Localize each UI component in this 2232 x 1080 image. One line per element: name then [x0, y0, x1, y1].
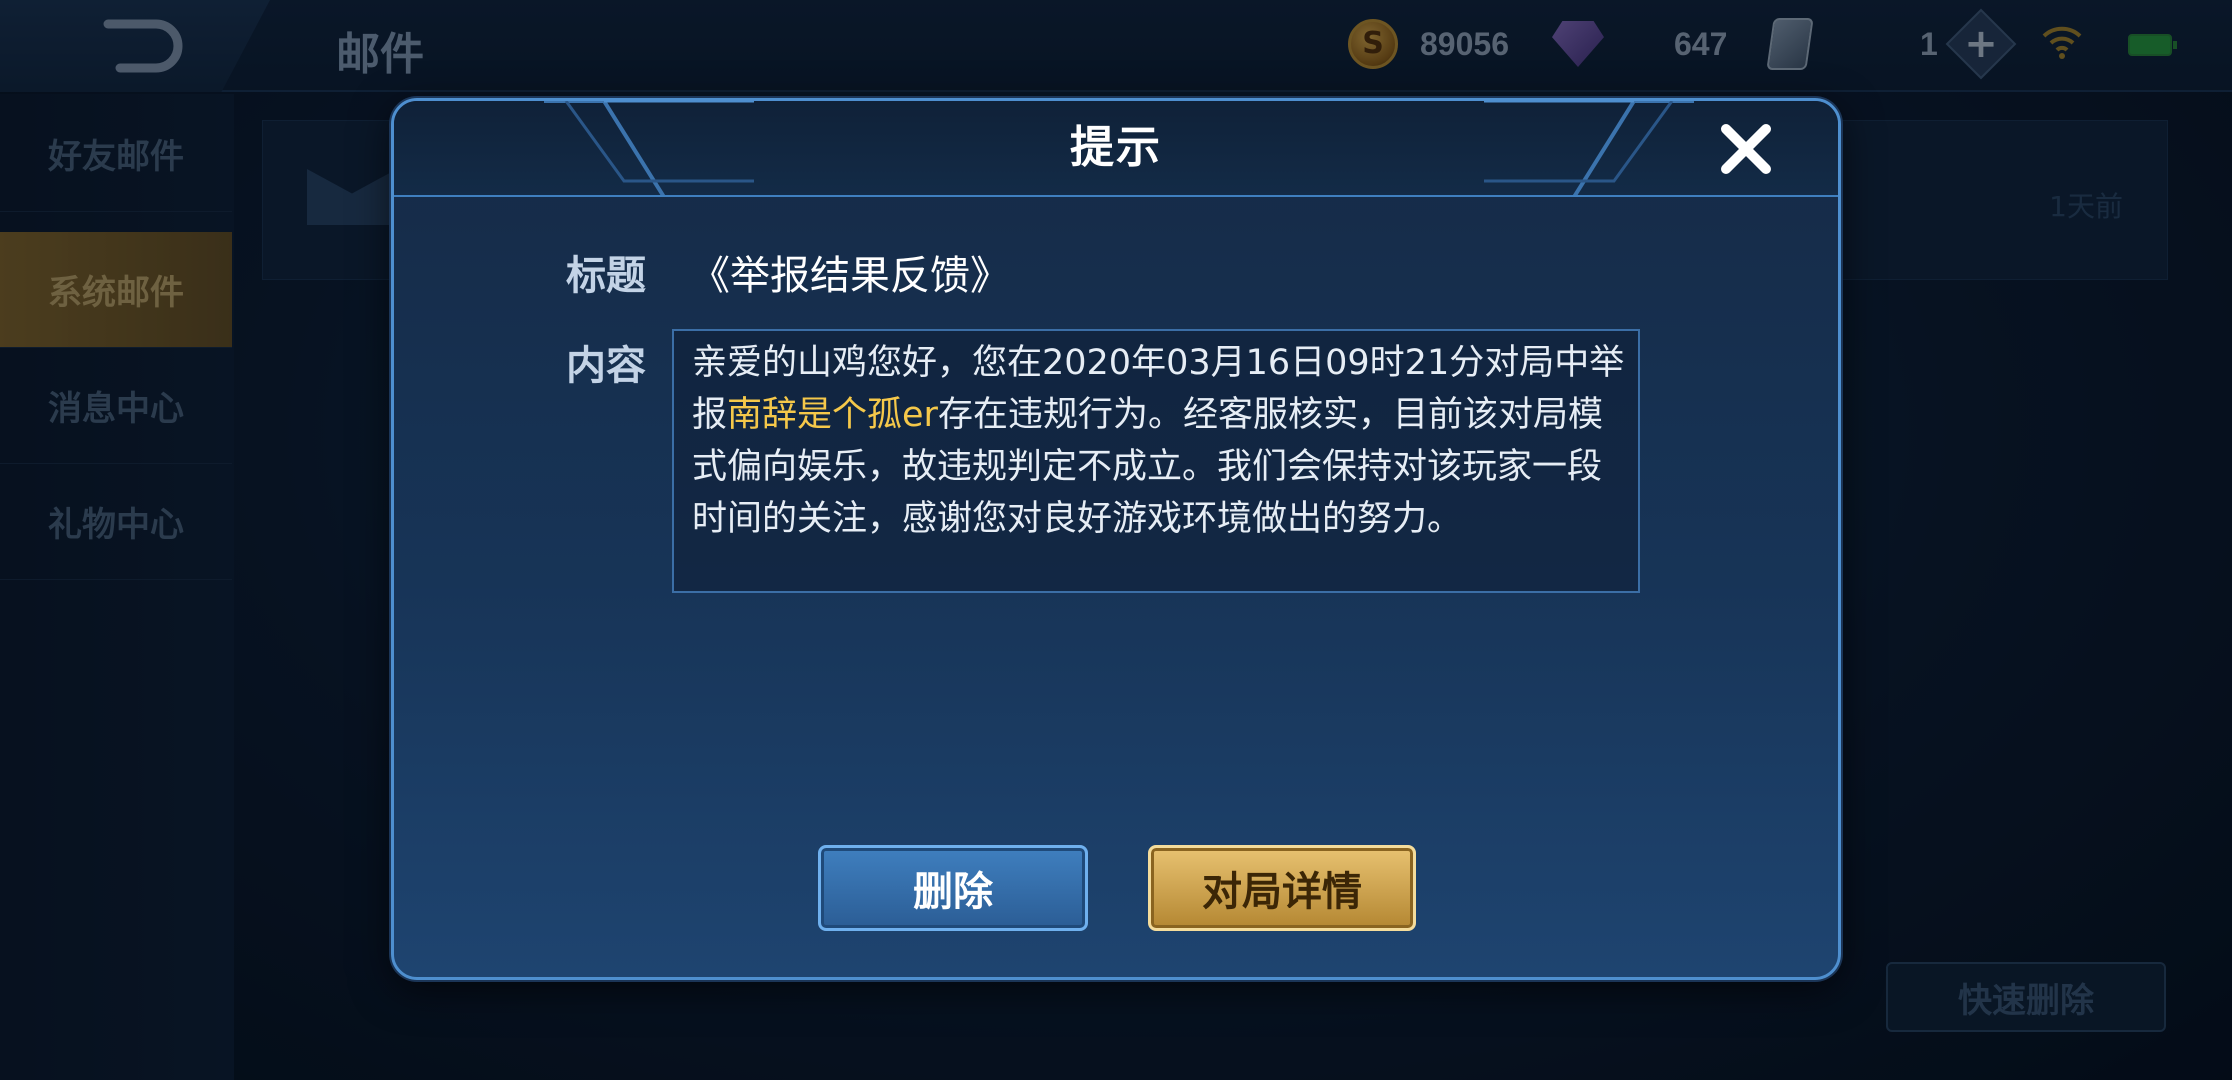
- close-icon[interactable]: [1714, 117, 1778, 181]
- mail-detail-dialog: 提示 标题 《举报结果反馈》 内容 亲爱的山鸡您好，您在2020年03月16日0…: [391, 98, 1841, 980]
- mail-subject: 《举报结果反馈》: [690, 253, 1010, 299]
- content-label: 内容: [566, 343, 646, 389]
- dialog-title: 提示: [1070, 122, 1162, 173]
- mail-content: 亲爱的山鸡您好，您在2020年03月16日09时21分对局中举报南辞是个孤er存…: [692, 337, 1632, 545]
- reported-player-name: 南辞是个孤er: [727, 395, 938, 435]
- mail-content-box[interactable]: 亲爱的山鸡您好，您在2020年03月16日09时21分对局中举报南辞是个孤er存…: [672, 329, 1640, 593]
- dialog-header: 提示: [394, 101, 1838, 197]
- mail-screen: 邮件 89056 647 1 + 好友邮件 系统邮件 消息中心 礼物中心: [0, 0, 2232, 1080]
- match-detail-button[interactable]: 对局详情: [1148, 845, 1416, 931]
- delete-button[interactable]: 删除: [818, 845, 1088, 931]
- subject-label: 标题: [566, 253, 646, 299]
